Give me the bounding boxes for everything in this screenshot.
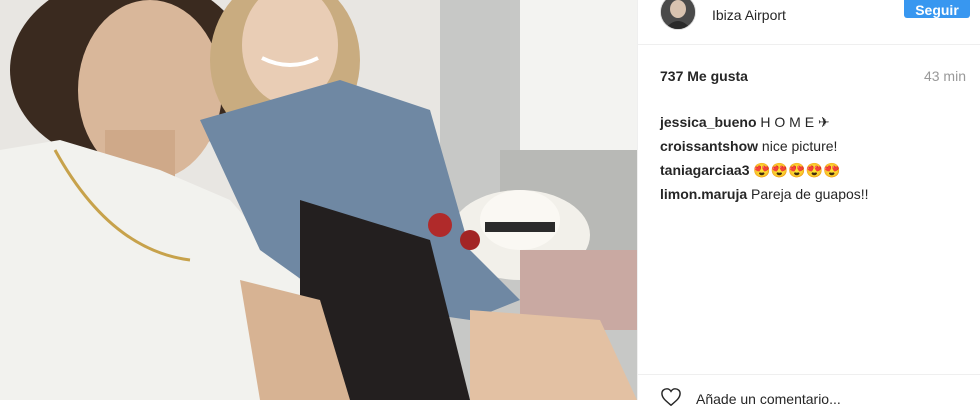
profile-avatar[interactable] xyxy=(660,0,696,30)
comment-item: taniagarciaa3 😍😍😍😍😍 xyxy=(660,158,970,182)
comments-list: jessica_bueno H O M E ✈ croissantshow ni… xyxy=(660,110,970,206)
comment-text: H O M E ✈ xyxy=(760,114,830,130)
comment-item: croissantshow nice picture! xyxy=(660,134,970,158)
comment-username[interactable]: limon.maruja xyxy=(660,186,747,202)
post-time: 43 min xyxy=(923,68,966,84)
comment-text: 😍😍😍😍😍 xyxy=(753,162,841,178)
comment-text: Pareja de guapos!! xyxy=(751,186,869,202)
comment-username[interactable]: jessica_bueno xyxy=(660,114,757,130)
post-photo[interactable] xyxy=(0,0,637,400)
likes-count[interactable]: 737 Me gusta xyxy=(660,68,748,84)
follow-button[interactable]: Seguir xyxy=(904,0,970,18)
comment-username[interactable]: croissantshow xyxy=(660,138,758,154)
avatar-image xyxy=(661,0,695,29)
comment-item: limon.maruja Pareja de guapos!! xyxy=(660,182,970,206)
post-details-panel: Ibiza Airport Seguir 737 Me gusta 43 min… xyxy=(638,0,980,407)
heart-icon[interactable] xyxy=(660,387,682,407)
comment-username[interactable]: taniagarciaa3 xyxy=(660,162,750,178)
post-footer: Añade un comentario... xyxy=(638,374,980,407)
post-header: Ibiza Airport Seguir xyxy=(638,0,980,45)
comment-item: jessica_bueno H O M E ✈ xyxy=(660,110,970,134)
post-location[interactable]: Ibiza Airport xyxy=(712,7,786,23)
add-comment-input[interactable]: Añade un comentario... xyxy=(696,391,841,407)
post-photo-illustration xyxy=(0,0,637,400)
comment-text: nice picture! xyxy=(761,138,838,154)
